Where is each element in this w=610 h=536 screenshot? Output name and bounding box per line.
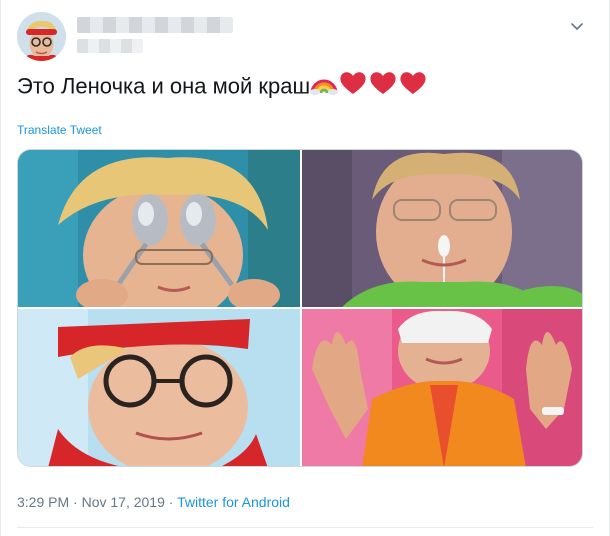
photo-red-bandana[interactable] [18, 309, 300, 466]
tweet-source-link[interactable]: Twitter for Android [177, 494, 290, 510]
rainbow-icon [310, 71, 339, 104]
red-heart-icon [368, 70, 398, 105]
meta-separator: · [168, 494, 174, 510]
avatar-image [17, 12, 66, 61]
tweet-meta: 3:29 PM · Nov 17, 2019 · Twitter for And… [17, 494, 290, 510]
tweet-text-body: Это Леночка и она мой краш [17, 73, 311, 99]
tweet-time[interactable]: 3:29 PM [17, 494, 69, 510]
tweet-date[interactable]: Nov 17, 2019 [82, 494, 165, 510]
tweet-text: Это Леночка и она мой краш [17, 70, 587, 105]
photo-eye-mask[interactable] [302, 309, 582, 466]
avatar[interactable] [17, 12, 66, 61]
meta-separator: · [73, 494, 78, 510]
photo-nose-stick[interactable] [302, 150, 582, 307]
red-heart-icon [398, 70, 428, 105]
divider [17, 527, 593, 528]
tweet-header [17, 12, 591, 64]
photo-spoons[interactable] [18, 150, 300, 307]
translate-tweet-link[interactable]: Translate Tweet [17, 123, 102, 137]
media-grid [17, 149, 583, 467]
handle-blurred[interactable] [77, 39, 143, 53]
display-name-blurred[interactable] [77, 17, 233, 33]
red-heart-icon [338, 70, 368, 105]
tweet-card: Это Леночка и она мой краш Translate Twe… [0, 0, 610, 536]
chevron-down-icon[interactable] [569, 18, 585, 34]
